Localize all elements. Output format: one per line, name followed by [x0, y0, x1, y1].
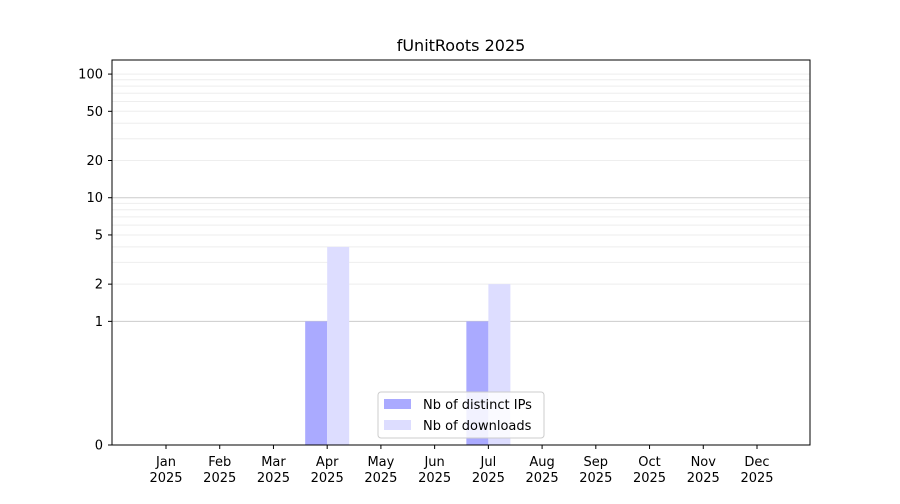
x-tick-label: May 2025: [364, 455, 397, 486]
x-tick-label: Jun 2025: [418, 455, 451, 486]
bar-chart: fUnitRoots 2025 0 1 2 5 10 20 50 100 Jan 2025 Feb…: [78, 36, 811, 486]
y-tick-label: 1: [95, 315, 103, 330]
y-tick-label: 0: [95, 439, 103, 454]
x-tick-label: Oct 2025: [633, 455, 666, 486]
x-tick-label: Aug 2025: [526, 455, 559, 486]
x-tick-label: Apr 2025: [311, 455, 344, 486]
x-tick-label: Dec 2025: [740, 455, 773, 486]
chart-root: fUnitRoots 2025 0 1 2 5 10 20 50 100 Jan 2025 Feb…: [0, 0, 900, 500]
x-tick-label: Nov 2025: [687, 455, 720, 486]
legend-label: Nb of distinct IPs: [423, 398, 532, 413]
legend-label: Nb of downloads: [423, 419, 532, 434]
x-tick-label: Jan 2025: [149, 455, 182, 486]
y-tick-label: 100: [78, 68, 103, 83]
x-tick-label: Mar 2025: [257, 455, 290, 486]
bar-downloads: [327, 246, 350, 445]
legend-swatch: [384, 420, 411, 430]
grid-layer: [112, 73, 810, 322]
x-tick-label: Jul 2025: [472, 455, 505, 486]
y-tick-label: 2: [95, 278, 103, 293]
y-tick-label: 5: [95, 228, 103, 243]
plot-frame: [111, 59, 811, 446]
y-axis: 0 1 2 5 10 20 50 100: [78, 68, 112, 454]
bar-distinct-ips: [305, 321, 328, 445]
legend: Nb of distinct IPs Nb of downloads: [377, 391, 545, 439]
y-tick-label: 50: [86, 105, 103, 120]
chart-title: fUnitRoots 2025: [397, 36, 526, 55]
x-axis: Jan 2025 Feb 2025 Mar 2025 Apr 2025 May 2025 Jun 20…: [149, 445, 774, 486]
x-tick-label: Feb 2025: [203, 455, 236, 486]
legend-swatch: [384, 399, 411, 409]
y-tick-label: 20: [86, 154, 103, 169]
x-tick-label: Sep 2025: [579, 455, 612, 486]
y-tick-label: 10: [86, 191, 103, 206]
